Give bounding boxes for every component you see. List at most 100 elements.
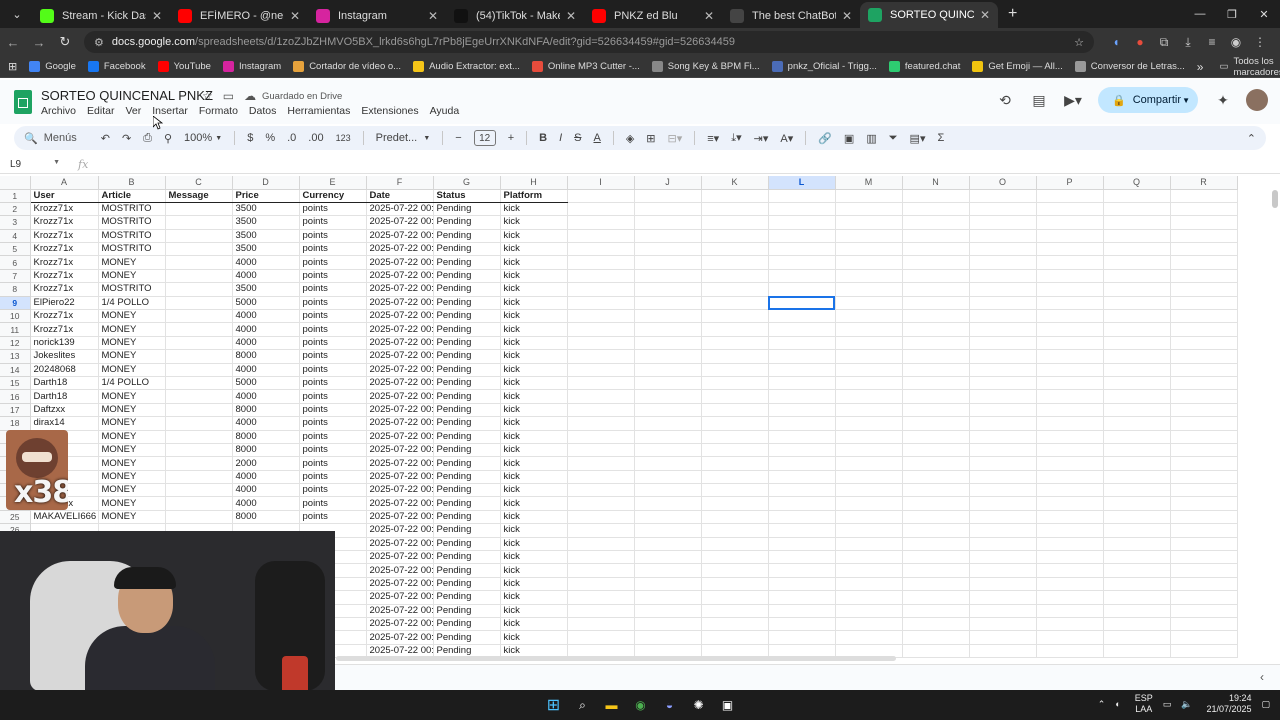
cell[interactable]: 4000 [232, 389, 300, 404]
cell[interactable] [1036, 309, 1104, 324]
cell[interactable] [969, 296, 1037, 311]
cell[interactable] [1036, 617, 1104, 632]
cell[interactable] [835, 376, 903, 391]
cell[interactable]: Pending [433, 483, 501, 498]
menu-item[interactable]: Extensiones [361, 105, 418, 117]
cell[interactable]: 4000 [232, 336, 300, 351]
search-icon[interactable]: ⌕ [571, 694, 594, 716]
cell[interactable]: kick [500, 269, 568, 284]
cell[interactable]: points [299, 363, 367, 377]
cell[interactable]: 2025-07-22 00: [366, 229, 434, 244]
cell[interactable] [1036, 537, 1104, 552]
cell[interactable] [969, 617, 1037, 632]
cell[interactable] [1036, 510, 1104, 525]
cell[interactable]: points [299, 269, 367, 284]
cell[interactable] [567, 202, 635, 217]
row-header[interactable]: 10 [0, 309, 31, 324]
cell[interactable] [902, 349, 970, 364]
cell[interactable] [1170, 255, 1238, 270]
cell[interactable]: 2025-07-22 00: [366, 255, 434, 270]
cell[interactable] [835, 416, 903, 431]
cell[interactable] [969, 255, 1037, 270]
cell[interactable]: 4000 [232, 363, 300, 377]
cell[interactable] [701, 483, 769, 498]
cell[interactable] [902, 496, 970, 511]
cell[interactable] [969, 403, 1037, 418]
cell[interactable]: 2025-07-22 00: [366, 523, 434, 538]
cell[interactable]: points [299, 456, 367, 471]
cell[interactable] [969, 215, 1037, 230]
app-icon[interactable]: ▣ [716, 694, 739, 716]
cell[interactable]: kick [500, 563, 568, 578]
cell[interactable] [634, 336, 702, 351]
cell[interactable] [165, 430, 233, 444]
cell[interactable] [165, 309, 233, 324]
cell[interactable] [701, 496, 769, 511]
cell[interactable] [969, 229, 1037, 244]
collapse-toolbar-icon[interactable]: ⌃ [1247, 132, 1256, 145]
cell[interactable] [1170, 229, 1238, 244]
cell[interactable]: 2025-07-22 00: [366, 617, 434, 632]
horizontal-scrollbar[interactable] [336, 656, 896, 661]
cell[interactable] [1170, 496, 1238, 511]
cell[interactable] [835, 349, 903, 364]
increase-font-size-button[interactable]: + [508, 132, 514, 144]
cell[interactable] [768, 322, 836, 337]
cell[interactable] [634, 456, 702, 471]
cell[interactable] [1036, 563, 1104, 578]
cell[interactable] [701, 322, 769, 337]
cell[interactable]: 2025-07-22 00: [366, 269, 434, 284]
cell[interactable]: MONEY [98, 416, 166, 431]
cell[interactable] [701, 630, 769, 645]
discord-icon[interactable]: ◒ [658, 694, 681, 716]
cell[interactable]: Message [165, 189, 233, 203]
app-icon[interactable]: ✺ [687, 694, 710, 716]
cell[interactable]: 3500 [232, 202, 300, 217]
cell[interactable]: 4000 [232, 496, 300, 511]
cell[interactable]: kick [500, 403, 568, 418]
all-bookmarks-folder[interactable]: ▭ Todos los marcadores [1219, 56, 1280, 78]
cell[interactable]: 2025-07-22 00: [366, 577, 434, 592]
cell[interactable] [567, 563, 635, 578]
insert-comment-icon[interactable]: ▣ [844, 132, 854, 145]
cell[interactable] [1170, 189, 1238, 203]
cell[interactable] [902, 322, 970, 337]
cell[interactable] [902, 443, 970, 458]
cell[interactable]: 2025-07-22 00: [366, 590, 434, 605]
column-header[interactable]: J [634, 176, 702, 190]
tab-search-button[interactable]: ⌄ [4, 3, 30, 25]
cell[interactable]: kick [500, 242, 568, 257]
cell[interactable] [835, 604, 903, 619]
cell[interactable] [1103, 644, 1171, 659]
cell[interactable] [567, 577, 635, 592]
cell[interactable]: points [299, 296, 367, 311]
cell[interactable]: MONEY [98, 456, 166, 471]
cell[interactable] [835, 296, 903, 311]
cell[interactable] [768, 389, 836, 404]
cell[interactable] [567, 376, 635, 391]
merge-cells-icon[interactable]: ⊟▾ [668, 132, 683, 145]
cell[interactable] [902, 563, 970, 578]
column-header[interactable]: F [366, 176, 434, 190]
cell[interactable] [1103, 215, 1171, 230]
cell[interactable] [902, 215, 970, 230]
cell[interactable] [701, 376, 769, 391]
cell[interactable]: Pending [433, 403, 501, 418]
cell[interactable] [1103, 255, 1171, 270]
bookmark-item[interactable]: pnkz_Oficial - Trigg... [771, 61, 877, 72]
cell[interactable] [701, 430, 769, 444]
close-icon[interactable]: ✕ [152, 9, 162, 23]
bookmark-item[interactable]: YouTube [157, 61, 211, 72]
cell[interactable] [1103, 229, 1171, 244]
cell[interactable]: kick [500, 376, 568, 391]
cell[interactable] [1103, 322, 1171, 337]
cell[interactable] [902, 537, 970, 552]
cell[interactable] [768, 510, 836, 525]
cell[interactable] [902, 483, 970, 498]
cell[interactable] [567, 215, 635, 230]
cell[interactable] [567, 510, 635, 525]
cell[interactable] [768, 282, 836, 297]
cell[interactable] [969, 443, 1037, 458]
cell[interactable]: kick [500, 430, 568, 444]
cell[interactable] [634, 242, 702, 257]
